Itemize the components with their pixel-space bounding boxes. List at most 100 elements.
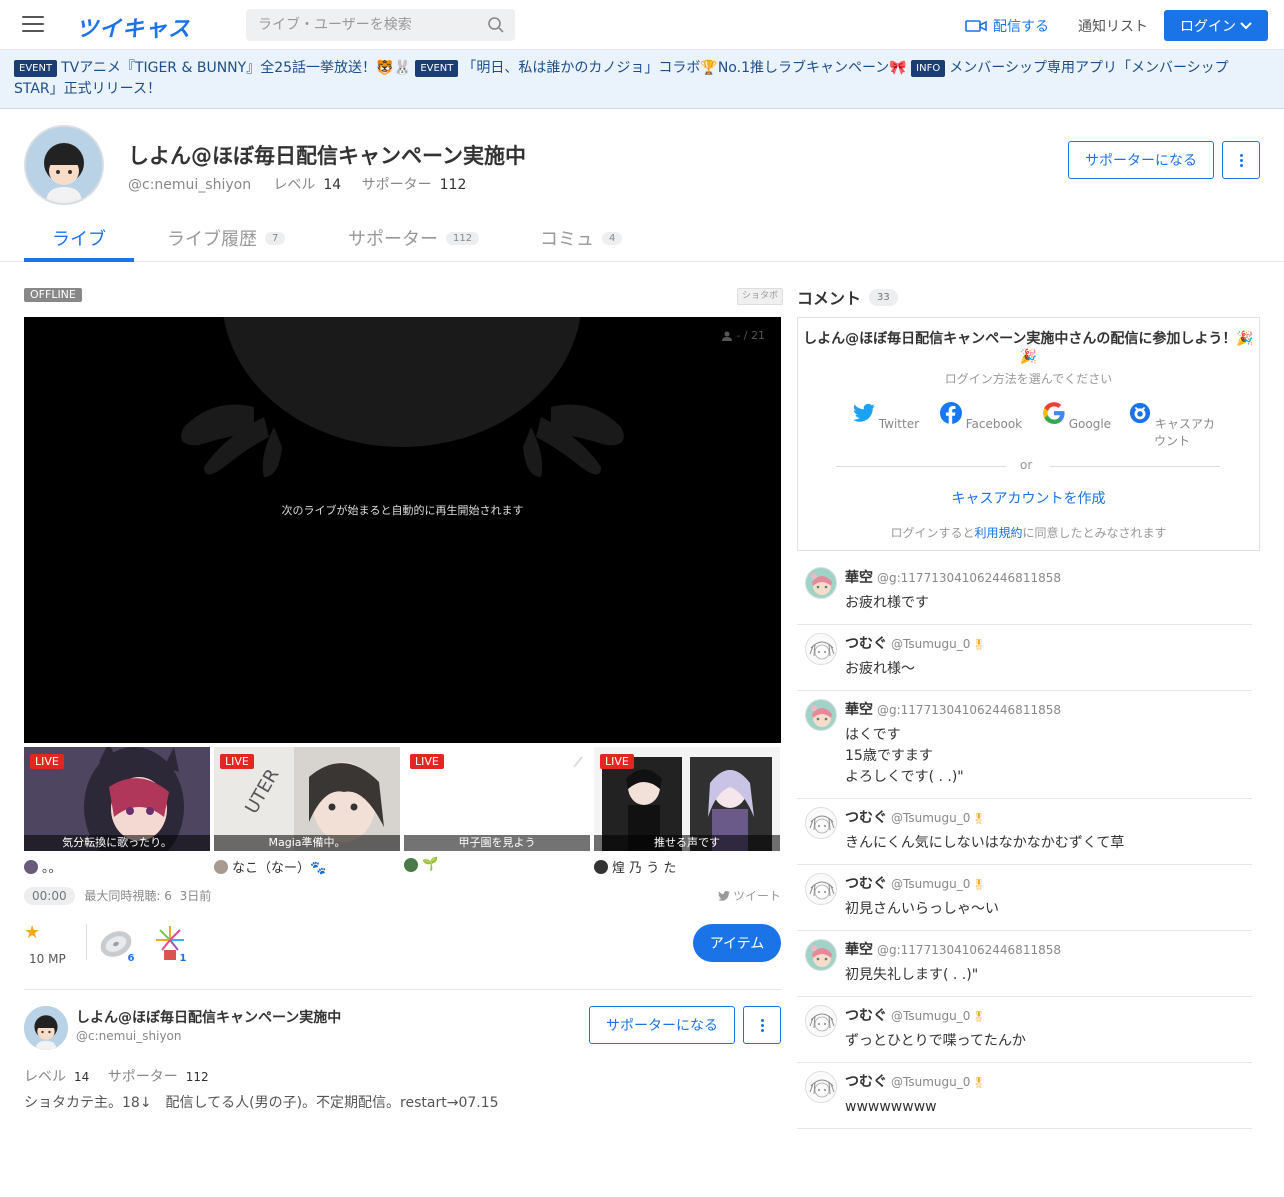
avatar[interactable] (24, 1006, 68, 1050)
search-icon[interactable] (487, 16, 505, 34)
thumbnail-caption: Magia準備中。 (214, 835, 400, 851)
tab-live-history[interactable]: ライブ履歴 7 (167, 214, 286, 262)
medal-icon: 🎖 (972, 640, 986, 651)
thumbnail-image: LIVE 気分転換に歌ったり。 (24, 747, 210, 851)
owner-name: 煌 乃 う た (612, 861, 677, 876)
comment-text: 初見失礼します( . .)" (845, 967, 979, 983)
facebook-icon (939, 402, 962, 424)
logo[interactable]: ツイキャス (76, 11, 191, 43)
live-thumbnail[interactable]: UTER LIVE Magia準備中。 なこ（なー）🐾 (214, 747, 400, 876)
avatar[interactable] (805, 807, 837, 839)
live-thumbnail[interactable]: LIVE 気分転換に歌ったり。 。。 (24, 747, 210, 876)
recommended-lives: LIVE 気分転換に歌ったり。 。。 UTER LIVE Magia準備中。 な… (24, 747, 781, 879)
avatar[interactable] (805, 633, 837, 665)
live-badge: LIVE (30, 754, 64, 769)
terms-notice: ログインすると利用規約に同意したとみなされます (798, 524, 1259, 541)
comment-author[interactable]: 華空 (845, 702, 873, 718)
login-google[interactable]: Google (1029, 402, 1125, 431)
more-options-button[interactable] (743, 1006, 781, 1044)
genre-tag[interactable]: ショタボ (737, 288, 784, 305)
comments-header: コメント 33 (797, 285, 898, 309)
comment-author[interactable]: 華空 (845, 942, 873, 958)
login-choose-text: ログイン方法を選んでください (944, 372, 1113, 386)
comment-author[interactable]: つむぐ (845, 636, 887, 652)
live-thumbnail[interactable]: LIVE 甲子園を見よう 🌱 (404, 747, 590, 872)
menu-icon[interactable] (22, 16, 44, 34)
or-divider: or (836, 458, 1220, 474)
live-badge: LIVE (600, 754, 634, 769)
avatar[interactable] (24, 125, 104, 205)
avatar[interactable] (805, 567, 837, 599)
comments-count: 33 (869, 288, 898, 306)
tab-supporters[interactable]: サポーター 112 (348, 214, 480, 262)
chevron-down-icon (1240, 21, 1252, 29)
profile-meta: @c:nemui_shiyon レベル 14 サポーター 112 (128, 174, 482, 194)
gift-item[interactable]: 1 (150, 922, 190, 964)
comment-list[interactable]: 華空 @g:117713041062446811858 お疲れ様です つむぐ @Tsum… (797, 559, 1260, 1133)
person-icon (722, 331, 733, 341)
mp-value: 10 MP (29, 952, 66, 966)
news-link[interactable]: TVアニメ『TIGER & BUNNY』全25話一挙放送！🐯🐰 (61, 60, 411, 76)
notification-list-link[interactable]: 通知リスト (1078, 16, 1148, 36)
become-supporter-button[interactable]: サポーターになる (1068, 141, 1214, 179)
level-label: レベル (24, 1069, 66, 1085)
comment-author[interactable]: つむぐ (845, 810, 887, 826)
login-twitcasting[interactable]: キャスアカウント (1124, 402, 1220, 449)
provider-label: キャスアカウント (1153, 417, 1215, 448)
comment-user-id: @Tsumugu_0 (891, 1009, 971, 1023)
comment-text: お疲れ様です (845, 595, 929, 611)
avatar[interactable] (805, 1071, 837, 1103)
video-player[interactable]: - / 21 次のライブが始まると自動的に再生開始されます (24, 317, 781, 743)
supporters-value: 112 (185, 1070, 209, 1084)
avatar[interactable] (805, 699, 837, 731)
comment-author[interactable]: つむぐ (845, 1074, 887, 1090)
more-options-button[interactable] (1222, 141, 1260, 179)
avatar[interactable] (805, 939, 837, 971)
active-tab-indicator (24, 258, 134, 262)
profile-name[interactable]: しよん@ほぼ毎日配信キャンペーン実施中 (76, 1007, 341, 1027)
tweet-button[interactable]: ツイート (717, 887, 781, 904)
comment-item: つむぐ @Tsumugu_0 🎖 初見さんいらっしゃ〜い (797, 865, 1252, 931)
terms-post: に同意したとみなされます (1022, 526, 1167, 540)
login-button[interactable]: ログイン (1164, 10, 1268, 41)
comments-title: コメント (797, 289, 862, 308)
owner-avatar (404, 857, 418, 872)
comment-author[interactable]: 華空 (845, 570, 873, 586)
comment-author[interactable]: つむぐ (845, 876, 887, 892)
thumbnail-owner: 。。 (24, 857, 210, 876)
twitter-icon (717, 890, 730, 901)
comment-item: つむぐ @Tsumugu_0 🎖 wwwwwwww (797, 1063, 1252, 1129)
create-account-link[interactable]: キャスアカウントを作成 (798, 488, 1259, 508)
broadcast-link[interactable]: 配信する (965, 16, 1049, 36)
item-button[interactable]: アイテム (693, 924, 781, 962)
star-icon: ★ (24, 922, 41, 943)
live-badge: LIVE (410, 754, 444, 769)
top-header: ツイキャス 配信する 通知リスト ログイン (0, 0, 1284, 50)
terms-link[interactable]: 利用規約 (974, 526, 1022, 540)
live-thumbnail[interactable]: LIVE 推せる声です 煌 乃 う た (594, 747, 780, 876)
avatar[interactable] (805, 1005, 837, 1037)
comment-user-id: @Tsumugu_0 (891, 1075, 971, 1089)
google-icon (1043, 402, 1065, 424)
news-link[interactable]: 「明日、私は誰かのカノジョ」コラボ🏆No.1推しラブキャンペーン🎀 (462, 60, 906, 76)
thumbnail-image: LIVE 甲子園を見よう (404, 747, 590, 851)
avatar[interactable] (805, 873, 837, 905)
gift-count: 1 (176, 953, 190, 964)
status-badge: OFFLINE (24, 288, 82, 302)
time-ago: 3日前 (179, 889, 212, 903)
video-camera-icon (965, 20, 987, 32)
gift-item[interactable]: 6 (98, 922, 138, 964)
become-supporter-button[interactable]: サポーターになる (589, 1006, 735, 1044)
tab-label: ライブ (52, 229, 106, 250)
tab-live[interactable]: ライブ (52, 214, 106, 262)
terms-pre: ログインすると (890, 526, 975, 540)
login-providers: Twitter Facebook Google キャスアカウント (838, 402, 1228, 448)
comment-author[interactable]: つむぐ (845, 1008, 887, 1024)
news-tag: EVENT (14, 60, 58, 77)
login-facebook[interactable]: Facebook (933, 402, 1029, 431)
login-twitter[interactable]: Twitter (838, 402, 934, 431)
avatar-illustration (24, 1006, 68, 1050)
tab-count: 112 (446, 231, 480, 245)
search-input[interactable] (246, 9, 476, 41)
tab-community[interactable]: コミュ 4 (540, 214, 623, 262)
